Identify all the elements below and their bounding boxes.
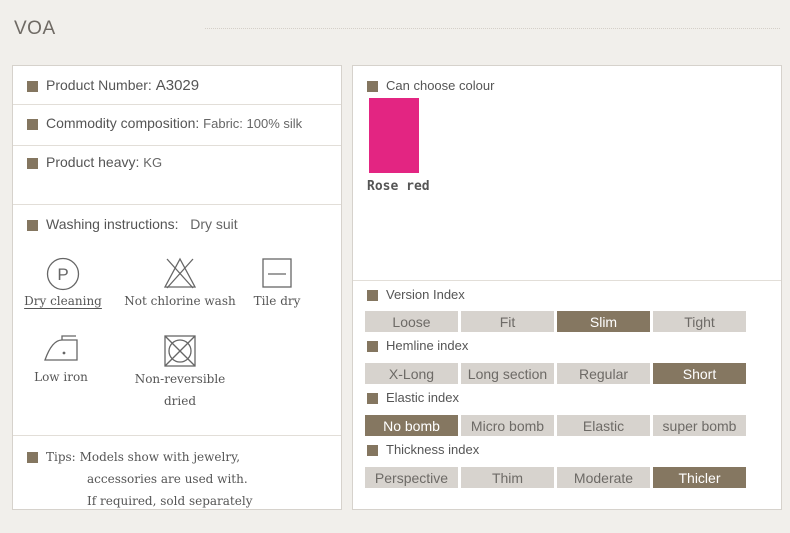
thickness-index-title-row: Thickness index xyxy=(367,442,479,457)
weight-label: Product heavy: xyxy=(46,154,140,170)
elastic-option-elastic: Elastic xyxy=(557,415,650,436)
tips-label: Tips: xyxy=(46,450,76,464)
divider xyxy=(13,104,341,105)
washing-row: Washing instructions: Dry suit xyxy=(27,216,238,232)
care-no-bleach: Not chlorine wash xyxy=(115,256,245,312)
colour-name: Rose red xyxy=(367,179,430,194)
hemline-option-short: Short xyxy=(653,363,746,384)
thickness-option-thim: Thim xyxy=(461,467,554,488)
thickness-option-thicler: Thicler xyxy=(653,467,746,488)
weight-value: KG xyxy=(143,155,163,170)
care-label: Dry cleaning xyxy=(24,294,102,308)
tips-line: If required, sold separately xyxy=(87,494,253,508)
composition-value: Fabric: 100% silk xyxy=(203,116,303,131)
product-number-row: Product Number: A3029 xyxy=(27,77,199,94)
care-no-tumble-dry: Non-reversible dried xyxy=(115,334,245,412)
composition-label: Commodity composition: xyxy=(46,115,200,131)
elastic-index-scale: No bomb Micro bomb Elastic super bomb xyxy=(365,415,749,436)
care-label: Tile dry xyxy=(253,294,301,308)
version-option-loose: Loose xyxy=(365,311,458,332)
hemline-index-title-row: Hemline index xyxy=(367,338,468,353)
colour-title-row: Can choose colour xyxy=(367,78,494,93)
elastic-index-title-row: Elastic index xyxy=(367,390,459,405)
care-label: Non-reversible xyxy=(134,372,226,386)
divider xyxy=(13,145,341,146)
bullet-square-icon xyxy=(367,290,378,302)
elastic-option-no-bomb: No bomb xyxy=(365,415,458,436)
no-bleach-icon xyxy=(163,257,197,289)
tips-note: Tips: Models show with jewelry, accessor… xyxy=(27,446,252,512)
brand-divider xyxy=(205,28,780,29)
hemline-option-regular: Regular xyxy=(557,363,650,384)
version-index-scale: Loose Fit Slim Tight xyxy=(365,311,749,332)
care-label: Not chlorine wash xyxy=(124,294,236,308)
low-iron-icon xyxy=(44,335,78,361)
product-number-value: A3029 xyxy=(155,77,200,94)
bullet-square-icon xyxy=(367,445,378,457)
composition-row: Commodity composition: Fabric: 100% silk xyxy=(27,115,302,131)
bullet-square-icon xyxy=(27,452,38,463)
washing-value: Dry suit xyxy=(190,216,238,232)
product-info-panel: Product Number: A3029 Commodity composit… xyxy=(12,65,342,510)
colour-swatch-rose-red[interactable] xyxy=(369,98,419,173)
weight-row: Product heavy: KG xyxy=(27,154,162,170)
care-label-line2: dried xyxy=(163,394,197,408)
divider xyxy=(353,280,781,281)
care-low-iron: Low iron xyxy=(15,334,107,388)
bullet-square-icon xyxy=(367,81,378,93)
hemline-index-scale: X-Long Long section Regular Short xyxy=(365,363,749,384)
bullet-square-icon xyxy=(27,80,38,92)
bullet-square-icon xyxy=(27,118,38,130)
bullet-square-icon xyxy=(367,341,378,353)
version-option-tight: Tight xyxy=(653,311,746,332)
version-option-fit: Fit xyxy=(461,311,554,332)
colour-title: Can choose colour xyxy=(386,78,495,93)
tips-line: Models show with jewelry, xyxy=(79,450,241,464)
product-options-panel: Can choose colour Rose red Version Index… xyxy=(352,65,782,510)
divider xyxy=(13,435,341,436)
washing-label: Washing instructions: xyxy=(46,216,179,232)
product-number-label: Product Number: xyxy=(46,77,152,93)
elastic-option-micro-bomb: Micro bomb xyxy=(461,415,554,436)
bullet-square-icon xyxy=(27,157,38,169)
version-index-title: Version Index xyxy=(386,287,465,302)
bullet-square-icon xyxy=(367,393,378,405)
thickness-option-moderate: Moderate xyxy=(557,467,650,488)
elastic-option-super-bomb: super bomb xyxy=(653,415,746,436)
dry-clean-p-icon: P xyxy=(46,257,80,291)
care-flat-dry: Tile dry xyxy=(245,256,309,312)
care-label: Low iron xyxy=(34,370,88,384)
flat-dry-icon xyxy=(262,258,292,288)
thickness-index-title: Thickness index xyxy=(386,442,480,457)
svg-text:P: P xyxy=(57,265,68,284)
thickness-index-scale: Perspective Thim Moderate Thicler xyxy=(365,467,749,488)
thickness-option-perspective: Perspective xyxy=(365,467,458,488)
divider xyxy=(13,204,341,205)
version-index-title-row: Version Index xyxy=(367,287,465,302)
brand-logo: VOA xyxy=(14,18,56,39)
elastic-index-title: Elastic index xyxy=(386,390,459,405)
care-dry-cleaning: P Dry cleaning xyxy=(15,256,111,312)
no-tumble-dry-icon xyxy=(164,335,196,367)
bullet-square-icon xyxy=(27,219,38,231)
hemline-option-long-section: Long section xyxy=(461,363,554,384)
hemline-option-x-long: X-Long xyxy=(365,363,458,384)
version-option-slim: Slim xyxy=(557,311,650,332)
hemline-index-title: Hemline index xyxy=(386,338,469,353)
tips-line: accessories are used with. xyxy=(87,472,248,486)
